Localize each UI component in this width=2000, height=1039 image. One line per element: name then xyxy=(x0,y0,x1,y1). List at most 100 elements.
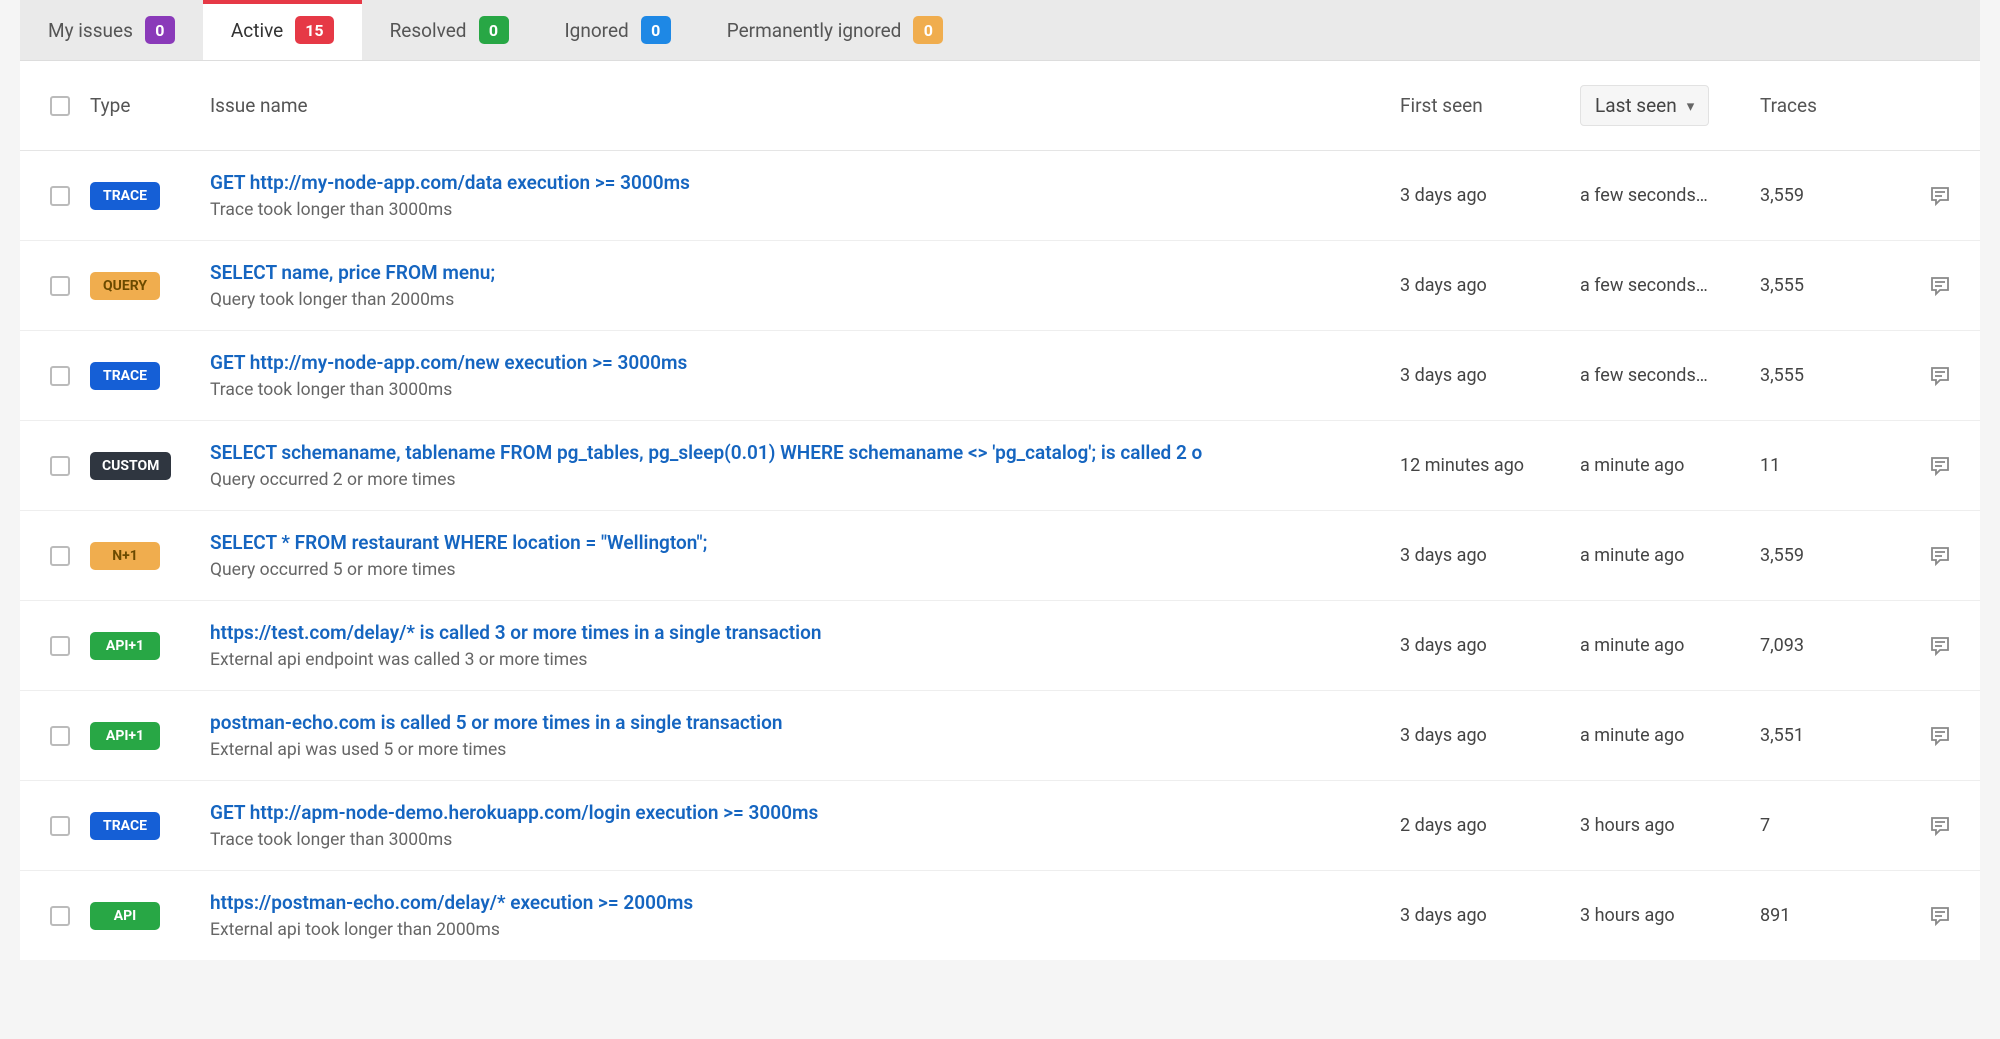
traces-value: 3,559 xyxy=(1760,185,1910,206)
chevron-down-icon: ▾ xyxy=(1687,97,1695,115)
tab-label: Permanently ignored xyxy=(727,19,902,42)
last-seen-value: a minute ago xyxy=(1580,545,1760,566)
first-seen-value: 3 days ago xyxy=(1400,545,1580,566)
table-row: TRACE GET http://apm-node-demo.herokuapp.… xyxy=(20,781,1980,871)
row-checkbox[interactable] xyxy=(50,906,70,926)
select-all-checkbox[interactable] xyxy=(50,96,70,116)
first-seen-value: 12 minutes ago xyxy=(1400,455,1580,476)
row-checkbox[interactable] xyxy=(50,816,70,836)
type-pill: TRACE xyxy=(90,812,160,840)
type-pill: N+1 xyxy=(90,542,160,570)
col-header-last-seen-label: Last seen xyxy=(1595,94,1677,117)
comment-icon[interactable] xyxy=(1928,364,1952,388)
comment-icon[interactable] xyxy=(1928,274,1952,298)
traces-value: 7 xyxy=(1760,815,1910,836)
last-seen-value: a few seconds… xyxy=(1580,185,1760,206)
table-row: API+1 postman-echo.com is called 5 or mor… xyxy=(20,691,1980,781)
traces-value: 3,555 xyxy=(1760,275,1910,296)
row-checkbox[interactable] xyxy=(50,276,70,296)
tab-count-badge: 0 xyxy=(913,16,943,44)
col-header-last-seen-sort[interactable]: Last seen ▾ xyxy=(1580,85,1709,126)
traces-value: 3,559 xyxy=(1760,545,1910,566)
comment-icon[interactable] xyxy=(1928,634,1952,658)
tab-ignored[interactable]: Ignored 0 xyxy=(537,0,699,60)
traces-value: 891 xyxy=(1760,905,1910,926)
table-row: API https://postman-echo.com/delay/* exec… xyxy=(20,871,1980,960)
type-pill: API+1 xyxy=(90,722,160,750)
issues-table: Type Issue name First seen Last seen ▾ T… xyxy=(20,61,1980,960)
comment-icon[interactable] xyxy=(1928,904,1952,928)
issue-title-link[interactable]: https://test.com/delay/* is called 3 or … xyxy=(210,621,1400,644)
tab-label: Resolved xyxy=(390,19,467,42)
table-row: TRACE GET http://my-node-app.com/new exec… xyxy=(20,331,1980,421)
first-seen-value: 2 days ago xyxy=(1400,815,1580,836)
comment-icon[interactable] xyxy=(1928,724,1952,748)
issue-title-link[interactable]: SELECT schemaname, tablename FROM pg_tab… xyxy=(210,441,1400,464)
tab-permanently-ignored[interactable]: Permanently ignored 0 xyxy=(699,0,972,60)
issue-title-link[interactable]: GET http://my-node-app.com/new execution… xyxy=(210,351,1400,374)
issue-subtitle: External api endpoint was called 3 or mo… xyxy=(210,650,1400,670)
issue-subtitle: External api was used 5 or more times xyxy=(210,740,1400,760)
tab-count-badge: 15 xyxy=(295,16,333,44)
tabs: My issues0Active15Resolved0Ignored0Perma… xyxy=(20,0,1980,61)
last-seen-value: a minute ago xyxy=(1580,635,1760,656)
last-seen-value: a few seconds… xyxy=(1580,365,1760,386)
row-checkbox[interactable] xyxy=(50,726,70,746)
comment-icon[interactable] xyxy=(1928,184,1952,208)
traces-value: 7,093 xyxy=(1760,635,1910,656)
table-row: N+1 SELECT * FROM restaurant WHERE locati… xyxy=(20,511,1980,601)
comment-icon[interactable] xyxy=(1928,814,1952,838)
tab-count-badge: 0 xyxy=(641,16,671,44)
table-row: TRACE GET http://my-node-app.com/data exe… xyxy=(20,151,1980,241)
col-header-traces: Traces xyxy=(1760,94,1910,117)
type-pill: API+1 xyxy=(90,632,160,660)
tab-count-badge: 0 xyxy=(479,16,509,44)
table-header: Type Issue name First seen Last seen ▾ T… xyxy=(20,61,1980,151)
issue-title-link[interactable]: GET http://my-node-app.com/data executio… xyxy=(210,171,1400,194)
last-seen-value: a few seconds… xyxy=(1580,275,1760,296)
tab-label: My issues xyxy=(48,19,133,42)
col-header-issue-name: Issue name xyxy=(210,94,1400,117)
type-pill: TRACE xyxy=(90,362,160,390)
type-pill: QUERY xyxy=(90,272,160,300)
issue-title-link[interactable]: postman-echo.com is called 5 or more tim… xyxy=(210,711,1400,734)
first-seen-value: 3 days ago xyxy=(1400,275,1580,296)
tab-label: Ignored xyxy=(565,19,629,42)
row-checkbox[interactable] xyxy=(50,636,70,656)
issue-title-link[interactable]: SELECT * FROM restaurant WHERE location … xyxy=(210,531,1400,554)
traces-value: 3,555 xyxy=(1760,365,1910,386)
issue-subtitle: Trace took longer than 3000ms xyxy=(210,200,1400,220)
row-checkbox[interactable] xyxy=(50,186,70,206)
issue-title-link[interactable]: GET http://apm-node-demo.herokuapp.com/l… xyxy=(210,801,1400,824)
traces-value: 11 xyxy=(1760,455,1910,476)
last-seen-value: a minute ago xyxy=(1580,725,1760,746)
tab-active[interactable]: Active 15 xyxy=(203,0,362,60)
first-seen-value: 3 days ago xyxy=(1400,635,1580,656)
type-pill: API xyxy=(90,902,160,930)
row-checkbox[interactable] xyxy=(50,366,70,386)
issue-subtitle: Query occurred 2 or more times xyxy=(210,470,1400,490)
type-pill: TRACE xyxy=(90,182,160,210)
issue-subtitle: Query occurred 5 or more times xyxy=(210,560,1400,580)
tab-my-issues[interactable]: My issues 0 xyxy=(20,0,203,60)
issue-subtitle: Query took longer than 2000ms xyxy=(210,290,1400,310)
tab-label: Active xyxy=(231,19,283,42)
first-seen-value: 3 days ago xyxy=(1400,905,1580,926)
col-header-type: Type xyxy=(90,94,210,117)
traces-value: 3,551 xyxy=(1760,725,1910,746)
last-seen-value: 3 hours ago xyxy=(1580,905,1760,926)
comment-icon[interactable] xyxy=(1928,454,1952,478)
row-checkbox[interactable] xyxy=(50,546,70,566)
issue-subtitle: Trace took longer than 3000ms xyxy=(210,380,1400,400)
first-seen-value: 3 days ago xyxy=(1400,725,1580,746)
first-seen-value: 3 days ago xyxy=(1400,365,1580,386)
tab-count-badge: 0 xyxy=(145,16,175,44)
row-checkbox[interactable] xyxy=(50,456,70,476)
issue-title-link[interactable]: SELECT name, price FROM menu; xyxy=(210,261,1400,284)
comment-icon[interactable] xyxy=(1928,544,1952,568)
issue-title-link[interactable]: https://postman-echo.com/delay/* executi… xyxy=(210,891,1400,914)
table-row: API+1 https://test.com/delay/* is called … xyxy=(20,601,1980,691)
tab-resolved[interactable]: Resolved 0 xyxy=(362,0,537,60)
last-seen-value: 3 hours ago xyxy=(1580,815,1760,836)
col-header-first-seen: First seen xyxy=(1400,94,1580,117)
